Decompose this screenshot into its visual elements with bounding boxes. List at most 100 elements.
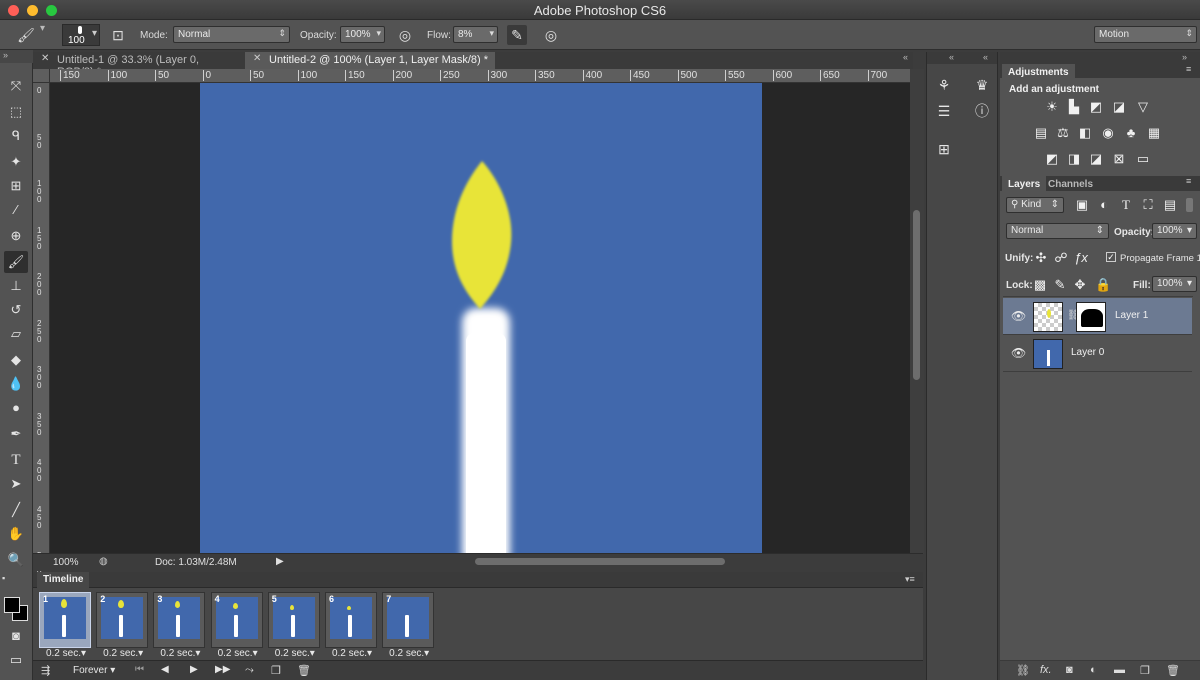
unify-style-icon[interactable]: ƒx	[1074, 251, 1088, 265]
brush-preset-icon[interactable]: 🖌	[16, 25, 36, 45]
filter-type-icon[interactable]: T	[1119, 198, 1133, 212]
blur-tool-icon[interactable]: 💧	[4, 373, 28, 395]
eye-icon[interactable]: 👁	[1011, 346, 1026, 360]
tab-adjustments[interactable]: Adjustments	[1002, 64, 1075, 81]
timeline-frame[interactable]: 6 0.2 sec.▾	[325, 592, 377, 659]
new-group-icon[interactable]: ▬	[1114, 664, 1125, 676]
delete-frame-icon[interactable]: 🗑	[297, 664, 311, 677]
link-layers-icon[interactable]: ⛓	[1016, 664, 1030, 677]
crop-tool-icon[interactable]: ⊞	[4, 175, 28, 197]
delete-layer-icon[interactable]: 🗑	[1166, 664, 1180, 677]
lasso-tool-icon[interactable]: ᑫ	[4, 125, 28, 147]
fx-icon[interactable]: fx.	[1040, 664, 1052, 676]
duplicate-frame-icon[interactable]: ❐	[271, 664, 281, 677]
status-menu-arrow-icon[interactable]: ▶	[276, 556, 284, 567]
dock-header[interactable]: « «	[927, 52, 997, 64]
frame-delay-select[interactable]: 0.2 sec.▾	[212, 648, 264, 659]
close-icon[interactable]: ✕	[41, 53, 49, 64]
layer-opacity-input[interactable]: 100% ▾	[1152, 223, 1197, 239]
clone-source-icon[interactable]: ⊞	[933, 138, 955, 160]
layer-row-layer-1[interactable]: 👁 ⛓ Layer 1	[1003, 298, 1192, 335]
timeline-frame[interactable]: 5 0.2 sec.▾	[267, 592, 320, 659]
add-mask-icon[interactable]: ◙	[1066, 664, 1073, 676]
previous-frame-icon[interactable]: ◀	[161, 664, 169, 675]
timeline-frame[interactable]: 2 0.2 sec.▾	[96, 592, 149, 659]
expand-icon[interactable]: «	[983, 52, 988, 62]
chevron-down-icon[interactable]: ▾	[40, 23, 48, 47]
selective-color-icon[interactable]: ▭	[1136, 152, 1150, 166]
vibrance-icon[interactable]: ▽	[1136, 100, 1150, 114]
pressure-size-icon[interactable]: ◎	[541, 25, 561, 45]
flow-input[interactable]: 8% ▾	[453, 26, 498, 43]
timeline-frame[interactable]: 7 0.2 sec.▾	[382, 592, 435, 659]
quick-select-tool-icon[interactable]: ✦	[4, 151, 28, 173]
channel-mixer-icon[interactable]: ♣	[1124, 126, 1138, 140]
timeline-frame[interactable]: 3 0.2 sec.▾	[153, 592, 206, 659]
history-brush-tool-icon[interactable]: ↺	[4, 299, 28, 321]
lock-position-icon[interactable]: ✥	[1073, 278, 1087, 292]
frame-delay-select[interactable]: 0.2 sec.▾	[97, 648, 149, 659]
panel-menu-icon[interactable]: ▾≡	[905, 574, 915, 585]
exposure-icon[interactable]: ◪	[1112, 100, 1126, 114]
eraser-tool-icon[interactable]: ▱	[4, 323, 28, 345]
new-layer-icon[interactable]: ❐	[1140, 664, 1150, 677]
fill-input[interactable]: 100% ▾	[1152, 276, 1197, 292]
brush-panel-toggle-icon[interactable]: ⊡	[108, 25, 128, 45]
hand-tool-icon[interactable]: ✋	[4, 523, 28, 545]
tab-untitled-1[interactable]: ✕Untitled-1 @ 33.3% (Layer 0, RGB/8) *	[33, 52, 241, 78]
propagate-checkbox[interactable]: ✓	[1106, 252, 1116, 262]
brush-settings-icon[interactable]: ☰	[933, 100, 955, 122]
marquee-tool-icon[interactable]: ⬚	[4, 101, 28, 123]
tab-channels[interactable]: Channels	[1042, 176, 1099, 193]
color-balance-icon[interactable]: ⚖	[1056, 126, 1070, 140]
foreground-color-swatch[interactable]	[4, 597, 20, 613]
gradient-map-icon[interactable]: ⊠	[1112, 152, 1126, 166]
healing-brush-tool-icon[interactable]: ⊕	[4, 225, 28, 247]
panel-menu-icon[interactable]: ≡	[1186, 64, 1191, 74]
timeline-convert-icon[interactable]: ⇶	[41, 664, 50, 677]
workspace-select[interactable]: Motion ⇕	[1094, 26, 1197, 43]
path-selection-tool-icon[interactable]: ➤	[4, 473, 28, 495]
next-frame-icon[interactable]: ▶▶	[215, 664, 230, 675]
filter-pixel-icon[interactable]: ▣	[1075, 198, 1089, 212]
panel-menu-icon[interactable]: ≡	[1186, 176, 1191, 186]
default-colors-icon[interactable]: ▪	[2, 573, 5, 583]
filter-shape-icon[interactable]: ⛶	[1141, 198, 1155, 212]
frame-delay-select[interactable]: 0.2 sec.▾	[326, 648, 378, 659]
document-canvas[interactable]	[200, 83, 762, 553]
info-icon[interactable]: ⓘ	[971, 100, 993, 122]
zoom-level[interactable]: 100%	[53, 557, 79, 568]
unify-visibility-icon[interactable]: ☍	[1054, 251, 1068, 265]
frame-delay-select[interactable]: 0.2 sec.▾	[154, 648, 206, 659]
pen-tool-icon[interactable]: ✒	[4, 423, 28, 445]
lock-transparency-icon[interactable]: ▩	[1033, 278, 1047, 292]
color-lookup-icon[interactable]: ▦	[1147, 126, 1161, 140]
posterize-icon[interactable]: ◨	[1067, 152, 1081, 166]
eye-icon[interactable]: 👁	[1011, 309, 1026, 323]
collapse-icon[interactable]: »	[1182, 52, 1187, 62]
expand-icon[interactable]: «	[949, 52, 954, 62]
tween-icon[interactable]: ⤳	[245, 664, 254, 677]
frame-delay-select[interactable]: 0.2 sec.▾	[269, 648, 321, 659]
play-icon[interactable]: ▶	[190, 664, 198, 675]
line-tool-icon[interactable]: ╱	[4, 499, 28, 521]
brightness-contrast-icon[interactable]: ☀	[1045, 100, 1059, 114]
opacity-input[interactable]: 100% ▾	[340, 26, 385, 43]
pressure-opacity-icon[interactable]: ◎	[395, 25, 415, 45]
first-frame-icon[interactable]: ⏮	[135, 664, 144, 675]
status-info-icon[interactable]: ◍	[99, 556, 108, 567]
horizontal-scrollbar-thumb[interactable]	[475, 558, 725, 565]
close-icon[interactable]: ✕	[253, 53, 261, 64]
type-tool-icon[interactable]: T	[4, 449, 28, 471]
filter-toggle[interactable]	[1186, 198, 1193, 212]
timeline-tab[interactable]: Timeline	[37, 572, 90, 588]
vertical-scrollbar-thumb[interactable]	[913, 210, 920, 380]
invert-icon[interactable]: ◩	[1045, 152, 1059, 166]
filter-adjustment-icon[interactable]: ◐	[1097, 198, 1111, 212]
quick-mask-icon[interactable]: ◙	[4, 625, 28, 647]
lock-all-icon[interactable]: 🔒	[1095, 278, 1111, 292]
toolbar-collapse-icon[interactable]: »	[0, 50, 33, 63]
eyedropper-tool-icon[interactable]: ⁄	[4, 199, 28, 221]
loop-select[interactable]: Forever ▾	[73, 665, 115, 676]
layer-filter-select[interactable]: ⚲ Kind ⇕	[1006, 197, 1064, 213]
